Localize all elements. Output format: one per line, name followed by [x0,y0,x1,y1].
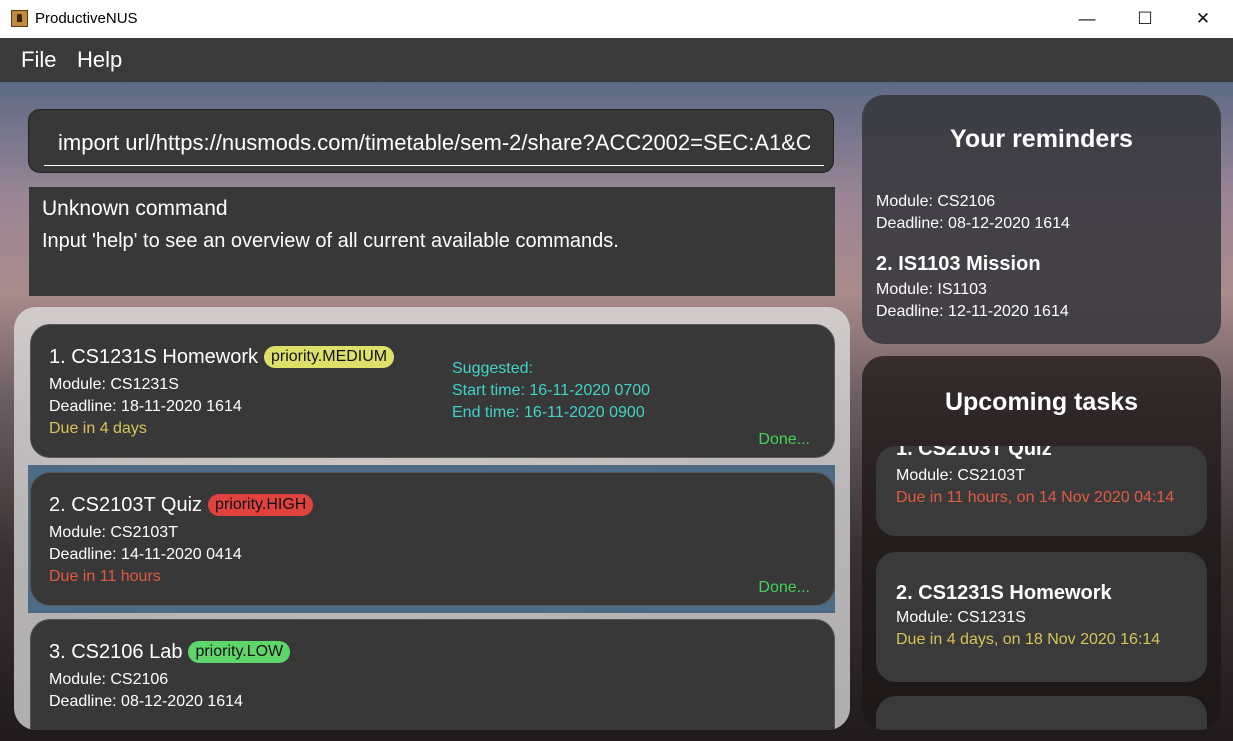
maximize-button[interactable]: ☐ [1116,0,1174,38]
command-underline [44,165,824,166]
task-module: Module: CS2106 [49,671,169,688]
upcoming-panel[interactable]: Upcoming tasks 1. CS2103T Quiz Module: C… [862,356,1221,730]
priority-badge: priority.MEDIUM [263,346,395,368]
upcoming-due: Due in 4 days, on 18 Nov 2020 16:14 [896,631,1161,648]
upcoming-title: 1. CS2103T Quiz [896,446,1052,460]
upcoming-module: Module: CS2103T [896,467,1025,484]
task-card[interactable]: 3. CS2106 Lab priority.LOW Module: CS2106… [30,619,835,730]
menu-file[interactable]: File [21,47,56,73]
upcoming-due: Due in 11 hours, on 14 Nov 2020 04:14 [896,489,1175,506]
reminder-deadline: Deadline: 08-12-2020 1614 [876,215,1070,232]
upcoming-title: 2. CS1231S Homework [896,582,1112,604]
upcoming-card[interactable]: 1. CS2103T Quiz Module: CS2103T Due in 1… [876,446,1207,536]
upcoming-card[interactable] [876,696,1207,730]
reminder-title: 2. IS1103 Mission [876,253,1041,275]
minimize-icon: — [1078,9,1096,28]
upcoming-module: Module: CS1231S [896,609,1026,626]
task-due: Due in 11 hours [49,568,161,585]
reminders-header: Your reminders [950,125,1133,153]
menu-help[interactable]: Help [77,47,122,73]
reminder-module: Module: IS1103 [876,281,987,298]
suggested-start: Start time: 16-11-2020 0700 [452,382,651,399]
task-title-row: 2. CS2103T Quiz priority.HIGH [49,494,314,517]
minimize-button[interactable]: — [1058,0,1116,38]
priority-badge: priority.HIGH [208,494,314,516]
result-message: Unknown command [42,197,228,220]
menu-bar [0,38,1233,82]
task-title: 2. CS2103T Quiz [49,494,203,516]
upcoming-header: Upcoming tasks [944,388,1139,416]
suggested-label: Suggested: [452,360,533,377]
close-button[interactable]: ✕ [1174,0,1232,38]
task-title: 3. CS2106 Lab [49,641,183,663]
task-card-selected[interactable]: 2. CS2103T Quiz priority.HIGH Module: CS2… [30,472,835,606]
command-input[interactable]: import url/https://nusmods.com/timetable… [58,130,810,156]
title-bar: ProductiveNUS — ☐ ✕ [0,0,1233,38]
task-module: Module: CS1231S [49,376,179,393]
task-card[interactable]: 1. CS1231S Homework priority.MEDIUM Modul… [30,324,835,458]
suggested-end: End time: 16-11-2020 0900 [452,404,645,421]
task-module: Module: CS2103T [49,524,178,541]
reminder-module: Module: CS2106 [876,193,996,210]
reminders-panel[interactable]: Your reminders Module: CS2106 Deadline: … [862,95,1221,344]
task-deadline: Deadline: 18-11-2020 1614 [49,398,242,415]
command-box: import url/https://nusmods.com/timetable… [28,109,834,173]
reminder-deadline: Deadline: 12-11-2020 1614 [876,303,1069,320]
app-icon [11,10,28,27]
upcoming-card[interactable]: 2. CS1231S Homework Module: CS1231S Due … [876,552,1207,682]
result-display: Unknown command Input 'help' to see an o… [29,187,835,296]
result-hint: Input 'help' to see an overview of all c… [42,230,619,252]
done-status: Done... [758,431,810,448]
task-deadline: Deadline: 08-12-2020 1614 [49,693,243,710]
task-title-row: 3. CS2106 Lab priority.LOW [49,641,291,664]
task-deadline: Deadline: 14-11-2020 0414 [49,546,242,563]
task-due: Due in 4 days [49,420,147,437]
done-status: Done... [758,579,810,596]
close-icon: ✕ [1195,9,1211,28]
maximize-icon: ☐ [1137,9,1153,28]
task-title: 1. CS1231S Homework [49,346,258,368]
priority-badge: priority.LOW [188,641,291,663]
task-list-panel[interactable]: 1. CS1231S Homework priority.MEDIUM Modul… [14,307,850,730]
task-title-row: 1. CS1231S Homework priority.MEDIUM [49,346,395,369]
window-title: ProductiveNUS [35,10,138,27]
